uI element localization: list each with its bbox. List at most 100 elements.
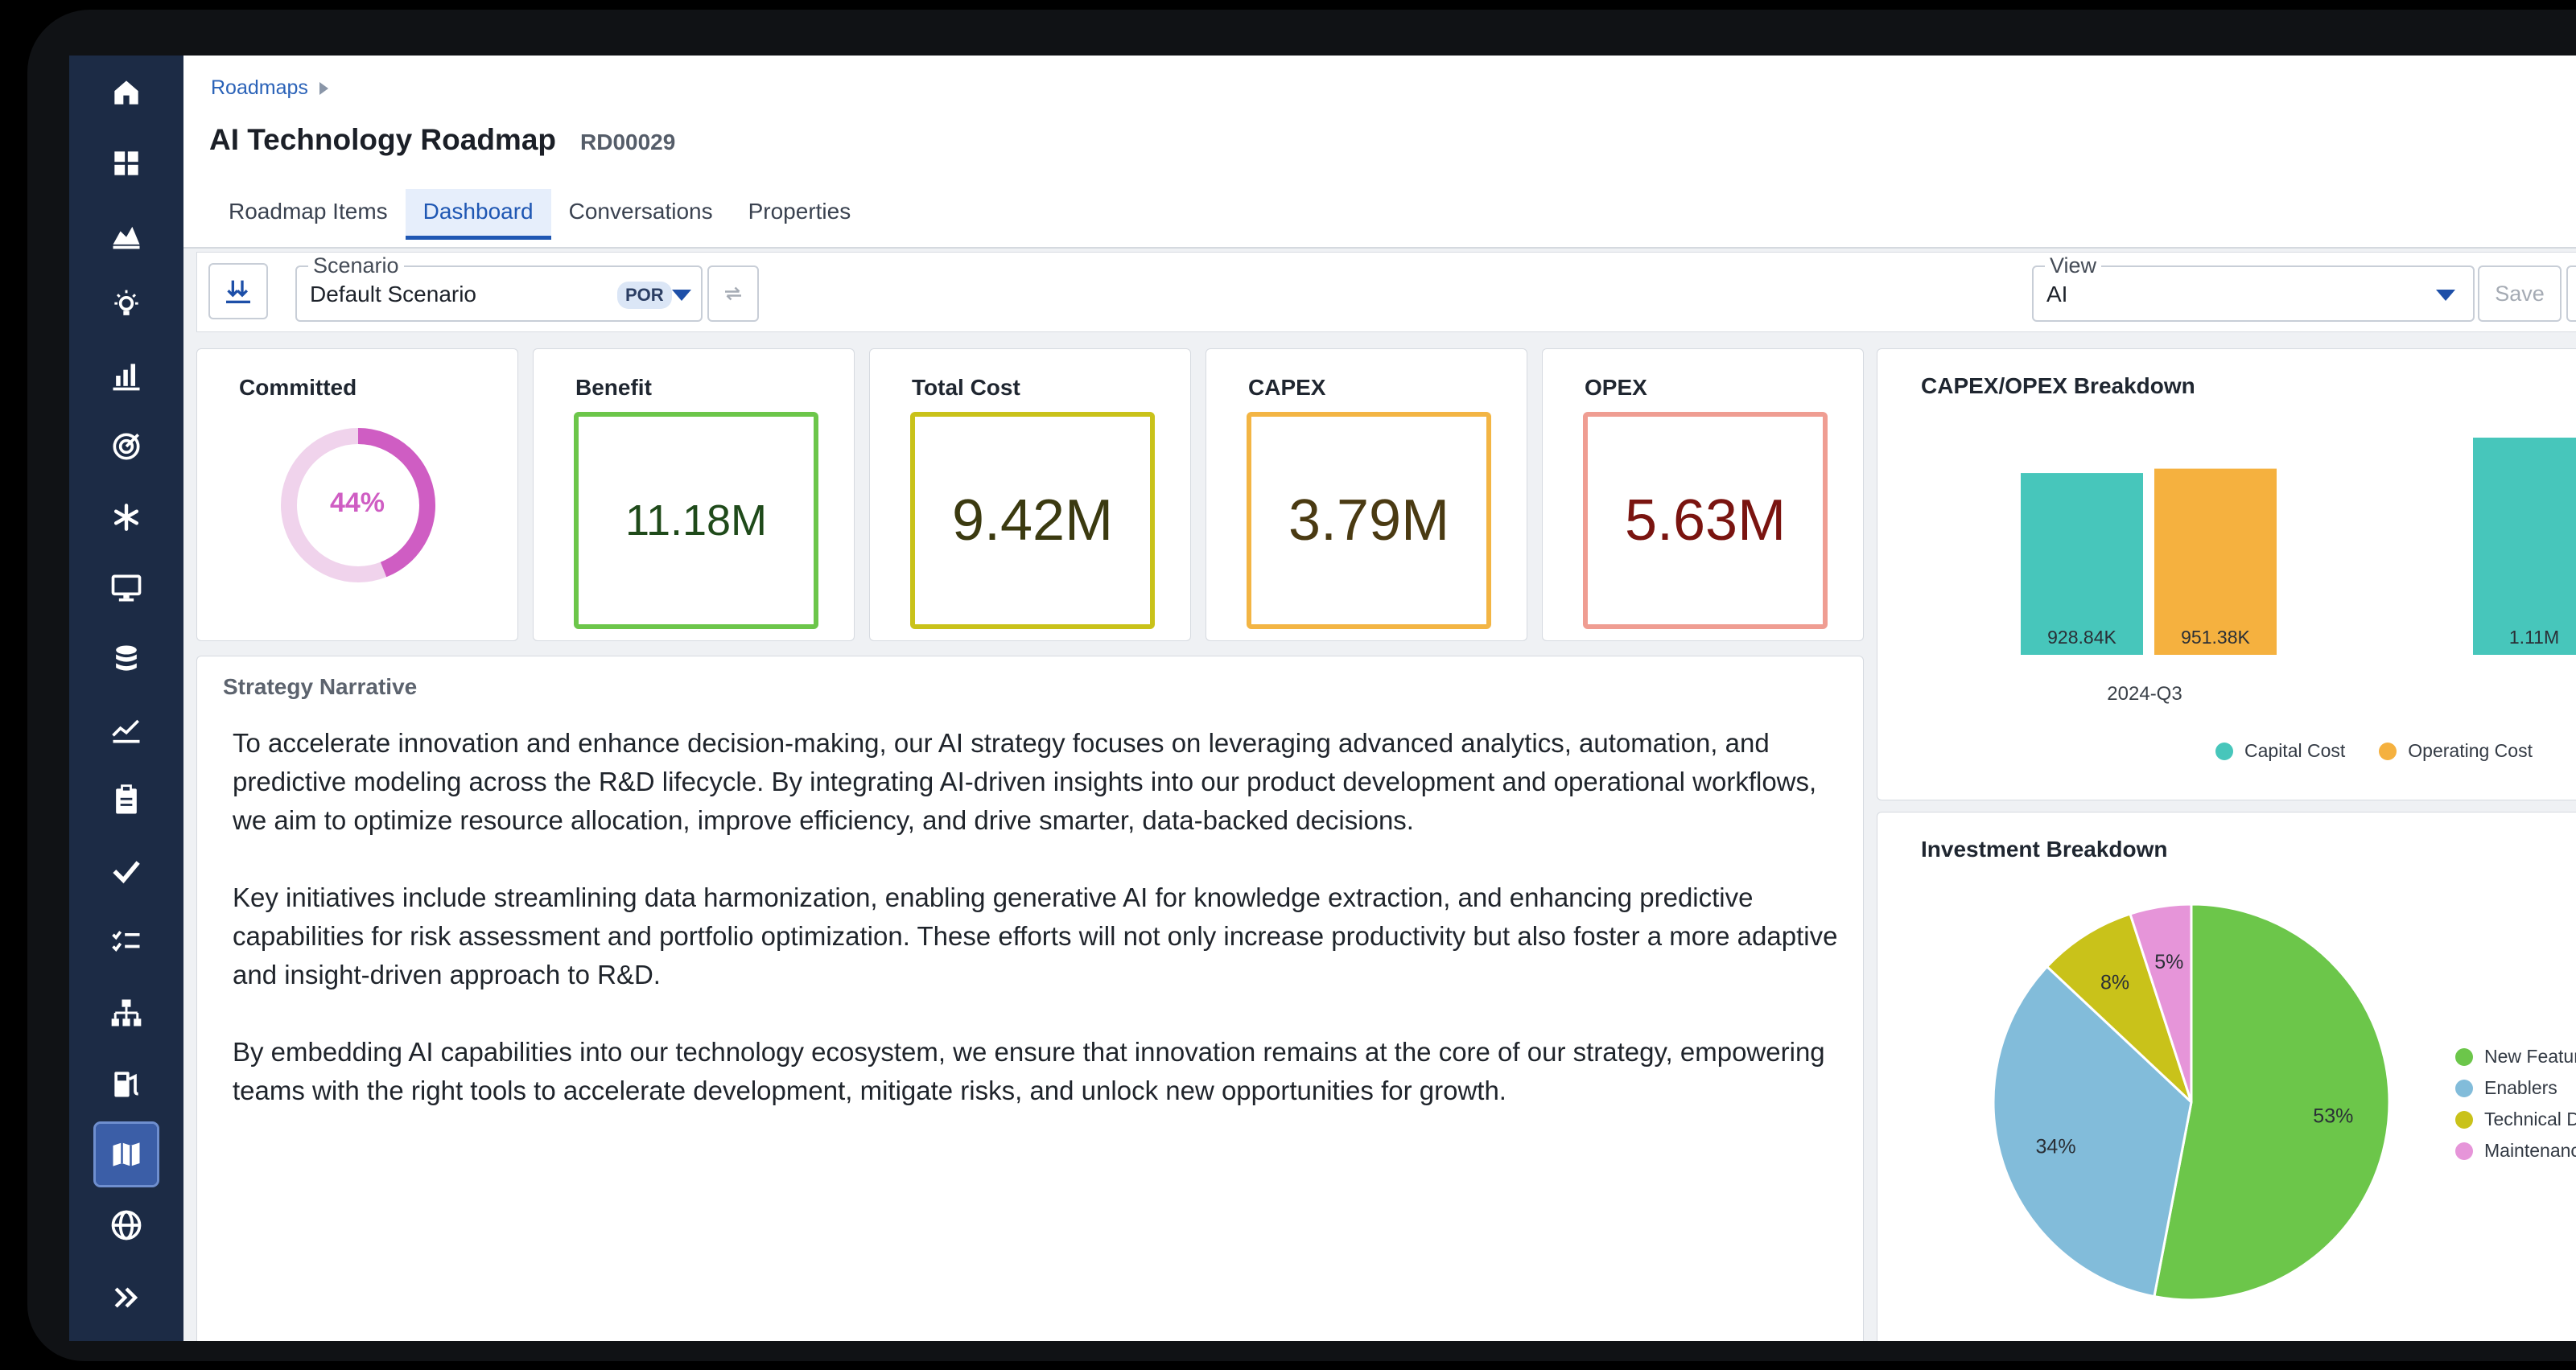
scenario-value: Default Scenario [310, 282, 477, 307]
opex-box: 5.63M [1583, 412, 1828, 629]
pie-slice-label: 34% [2036, 1136, 2076, 1158]
main-content: Roadmaps AI Technology Roadmap RD00029 R… [183, 56, 2576, 1341]
dashboard-icon[interactable] [96, 133, 157, 194]
tab-roadmap-items[interactable]: Roadmap Items [211, 189, 406, 240]
page-title: AI Technology Roadmap [209, 123, 557, 156]
narrative-paragraph: Key initiatives include streamlining dat… [233, 882, 1838, 989]
page-header: Roadmaps AI Technology Roadmap RD00029 R… [183, 56, 2576, 249]
total-cost-box: 9.42M [910, 412, 1155, 629]
committed-percent: 44% [329, 488, 385, 518]
scenario-select[interactable]: Scenario Default Scenario POR [295, 253, 703, 322]
por-badge: POR [617, 282, 672, 309]
benefit-value: 11.18M [624, 496, 768, 545]
legend-label: Maintenanc [2484, 1140, 2576, 1161]
pie-slice-label: 8% [2100, 971, 2129, 994]
pie-slice-label: 53% [2313, 1105, 2353, 1128]
capex-opex-bar-chart: 928.84K1.11M951.38K2024-Q32024 [2021, 438, 2576, 705]
chevron-down-icon [2436, 290, 2455, 301]
sidebar-nav [69, 56, 183, 1341]
compare-button[interactable] [707, 265, 759, 322]
strategy-narrative-card: Strategy Narrative To accelerate innovat… [196, 656, 1864, 1341]
expand-icon[interactable] [96, 1267, 157, 1328]
total-cost-title: Total Cost [912, 375, 1020, 400]
total-cost-value: 9.42M [951, 488, 1114, 553]
legend-item: Technical D [2455, 1109, 2576, 1130]
tab-dashboard[interactable]: Dashboard [405, 189, 551, 240]
committed-card: Committed 44% [196, 348, 518, 641]
trend-line-icon[interactable] [96, 699, 157, 760]
legend-swatch [2455, 1079, 2473, 1097]
legend-swatch [2379, 742, 2397, 760]
legend-operating-cost: Operating Cost [2408, 740, 2533, 761]
toolbar: Scenario Default Scenario POR View AI Sa… [196, 252, 2576, 332]
home-icon[interactable] [96, 62, 157, 123]
view-value: AI [2046, 282, 2068, 307]
clipboard-icon[interactable] [96, 770, 157, 831]
legend-item: Enablers [2455, 1077, 2576, 1099]
capex-value: 3.79M [1288, 488, 1450, 553]
roadmap-code: RD00029 [580, 130, 676, 154]
tab-bar: Roadmap Items Dashboard Conversations Pr… [211, 189, 868, 240]
asterisk-icon[interactable] [96, 487, 157, 548]
category-label: 2024-Q3 [2107, 683, 2182, 705]
fuel-icon[interactable] [96, 1053, 157, 1114]
narrative-paragraph: By embedding AI capabilities into our te… [233, 1037, 1825, 1105]
narrative-paragraph: To accelerate innovation and enhance dec… [233, 728, 1817, 835]
bar-data-label: 951.38K [2181, 627, 2250, 648]
opex-card: OPEX 5.63M [1542, 348, 1864, 641]
capex-card: CAPEX 3.79M [1206, 348, 1527, 641]
capex-opex-chart-card: CAPEX/OPEX Breakdown 928.84K 1.11M 951.38K… [1877, 348, 2576, 800]
opex-value: 5.63M [1624, 488, 1787, 553]
view-select[interactable]: View AI [2032, 253, 2475, 322]
target-icon[interactable] [96, 416, 157, 477]
narrative-title: Strategy Narrative [223, 674, 418, 699]
legend-swatch [2455, 1047, 2473, 1066]
legend-swatch [2455, 1110, 2473, 1129]
legend-swatch [2215, 742, 2233, 760]
download-icon [226, 280, 250, 303]
legend-label: Technical D [2484, 1109, 2576, 1129]
scenario-label: Scenario [308, 253, 404, 278]
device-frame: Roadmaps AI Technology Roadmap RD00029 R… [27, 10, 2576, 1361]
map-icon[interactable] [93, 1121, 159, 1187]
lightbulb-icon[interactable] [96, 274, 157, 335]
checklist-icon[interactable] [96, 911, 157, 973]
bar-chart-icon[interactable] [96, 345, 157, 406]
database-icon[interactable] [96, 628, 157, 689]
bar-data-label: 1.11M [2509, 627, 2559, 648]
compare-icon [725, 286, 741, 301]
investment-legend: New Featur Enablers Technical D Maintena… [2455, 1046, 2576, 1162]
download-button[interactable] [208, 263, 268, 319]
hierarchy-icon[interactable] [96, 982, 157, 1043]
monitor-icon[interactable] [96, 557, 157, 619]
bar-capital-cost[interactable] [2473, 438, 2576, 655]
investment-chart-card: Investment Breakdown 53% 34% 8% 5% New Feat… [1877, 812, 2576, 1341]
capex-box: 3.79M [1247, 412, 1491, 629]
total-cost-card: Total Cost 9.42M [869, 348, 1191, 641]
breadcrumb-roadmaps-link[interactable]: Roadmaps [211, 76, 308, 100]
save-button[interactable]: Save [2478, 265, 2562, 322]
legend-item: New Featur [2455, 1046, 2576, 1068]
benefit-box: 11.18M [574, 412, 818, 629]
legend-label: Enablers [2484, 1077, 2557, 1098]
capex-opex-legend: Capital Cost Operating Cost [2215, 740, 2533, 762]
globe-icon[interactable] [96, 1195, 157, 1256]
narrative-body: To accelerate innovation and enhance dec… [233, 724, 1842, 1149]
header-divider [183, 247, 2576, 249]
chevron-right-icon [319, 81, 328, 95]
benefit-card: Benefit 11.18M [533, 348, 855, 641]
bar-data-label: 928.84K [2047, 627, 2116, 648]
breadcrumb: Roadmaps [211, 76, 328, 100]
view-label: View [2045, 253, 2102, 278]
legend-item: Maintenanc [2455, 1140, 2576, 1162]
opex-title: OPEX [1585, 375, 1647, 400]
legend-label: New Featur [2484, 1046, 2576, 1067]
link-button[interactable] [2566, 265, 2576, 322]
capex-title: CAPEX [1248, 375, 1326, 400]
tab-conversations[interactable]: Conversations [551, 189, 731, 240]
pie-slice-label: 5% [2154, 951, 2183, 973]
tab-properties[interactable]: Properties [731, 189, 869, 240]
mountains-icon[interactable] [96, 204, 157, 265]
chevron-down-icon [672, 290, 691, 301]
check-icon[interactable] [96, 841, 157, 902]
